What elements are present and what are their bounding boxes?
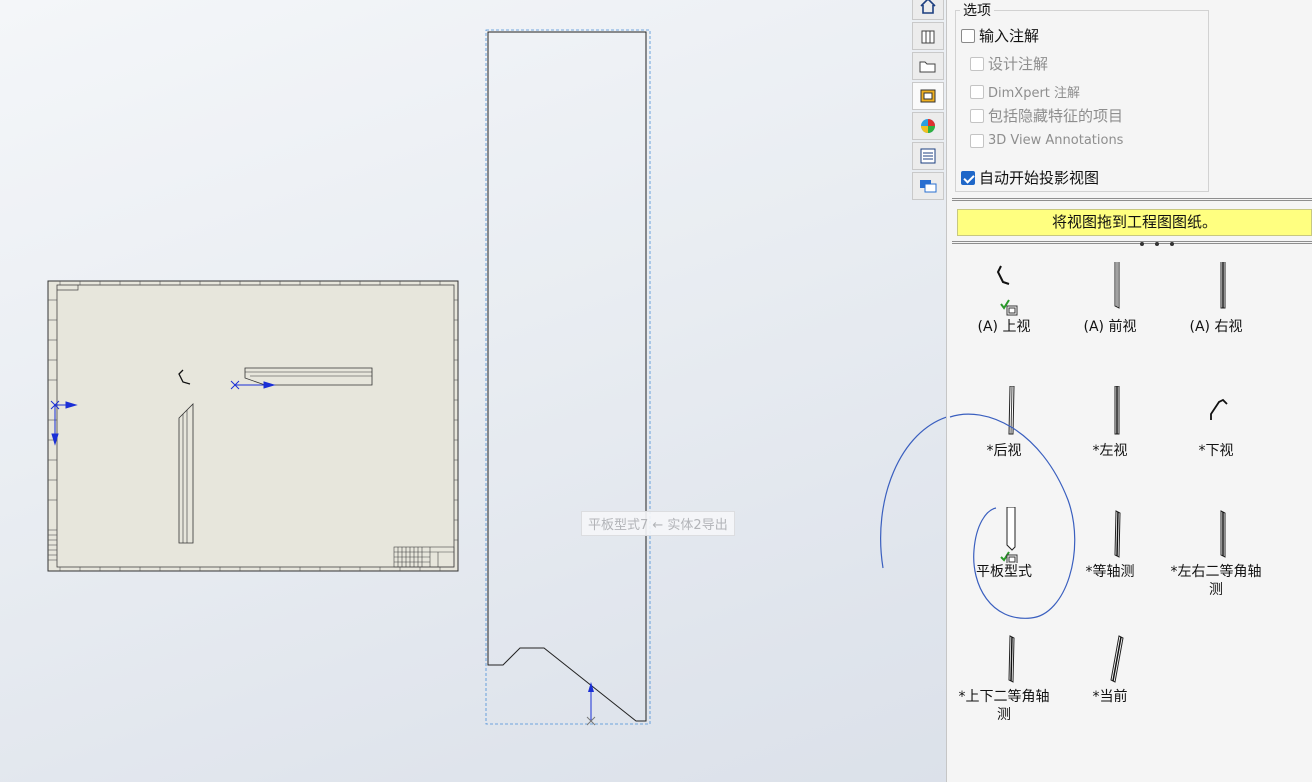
design-annotations-checkbox [970, 56, 984, 71]
design-annotations-option: 设计注解 [970, 53, 1048, 74]
view-front[interactable]: (A) 前视 [1057, 259, 1163, 336]
view-right[interactable]: (A) 右视 [1163, 259, 1269, 336]
home-icon [920, 0, 936, 14]
bottom-view-icon [1210, 398, 1228, 420]
flat-pattern-preview[interactable] [485, 29, 651, 726]
folder-icon [919, 61, 936, 73]
3d-view-annotations-option: 3D View Annotations [970, 133, 1123, 148]
custom-properties-tab[interactable] [912, 142, 944, 170]
auto-projected-view-checkbox[interactable] [961, 170, 975, 185]
hidden-features-checkbox [970, 108, 984, 123]
options-legend: 选项 [960, 0, 994, 20]
file-explorer-tab[interactable] [912, 52, 944, 80]
dimetric-view-icon [1220, 510, 1226, 558]
3d-view-annotations-checkbox [970, 133, 984, 148]
view-trimetric[interactable]: *上下二等角轴 测 [951, 632, 1057, 724]
splitter-grip-icon[interactable] [1136, 240, 1178, 248]
view-bottom[interactable]: *下视 [1163, 386, 1269, 460]
forum-tab[interactable] [912, 172, 944, 200]
home-tab[interactable] [912, 0, 944, 20]
trimetric-view-icon [1008, 635, 1015, 683]
top-view-icon [996, 265, 1018, 316]
import-annotations-option[interactable]: 输入注解 [961, 25, 1039, 46]
current-view-icon [1110, 635, 1124, 683]
view-palette-icon [920, 89, 936, 103]
dimxpert-annotations-checkbox [970, 84, 984, 99]
drag-hint-banner: 将视图拖到工程图图纸。 [957, 209, 1312, 236]
feedback-icon [920, 180, 937, 193]
right-view-icon [1220, 259, 1226, 309]
front-view-icon [1114, 259, 1120, 309]
annotation-circle [949, 413, 1076, 619]
dimxpert-annotations-option: DimXpert 注解 [970, 82, 1080, 101]
view-palette-tab[interactable] [912, 82, 944, 110]
view-current[interactable]: *当前 [1057, 632, 1163, 706]
preview-tooltip: 平板型式7 ← 实体2导出 [581, 511, 735, 536]
view-top[interactable]: (A) 上视 [951, 262, 1057, 336]
hidden-features-option: 包括隐藏特征的项目 [970, 105, 1123, 126]
properties-icon [920, 148, 936, 164]
canvas-graphics [47, 29, 946, 726]
panel-splitter[interactable] [952, 241, 1312, 244]
design-library-tab[interactable] [912, 22, 944, 50]
auto-projected-view-option[interactable]: 自动开始投影视图 [961, 167, 1099, 188]
drawing-canvas[interactable]: 平板型式7 ← 实体2导出 [0, 0, 946, 782]
appearance-icon [921, 119, 935, 133]
panel-separator [952, 198, 1312, 201]
view-dimetric[interactable]: *左右二等角轴 测 [1163, 507, 1269, 599]
task-pane-tabs [912, 0, 945, 202]
annotation-stroke [880, 416, 946, 569]
parts-icon [921, 30, 935, 44]
appearances-tab[interactable] [912, 112, 944, 140]
import-annotations-checkbox[interactable] [961, 28, 975, 43]
drawing-sheet[interactable] [47, 280, 459, 572]
